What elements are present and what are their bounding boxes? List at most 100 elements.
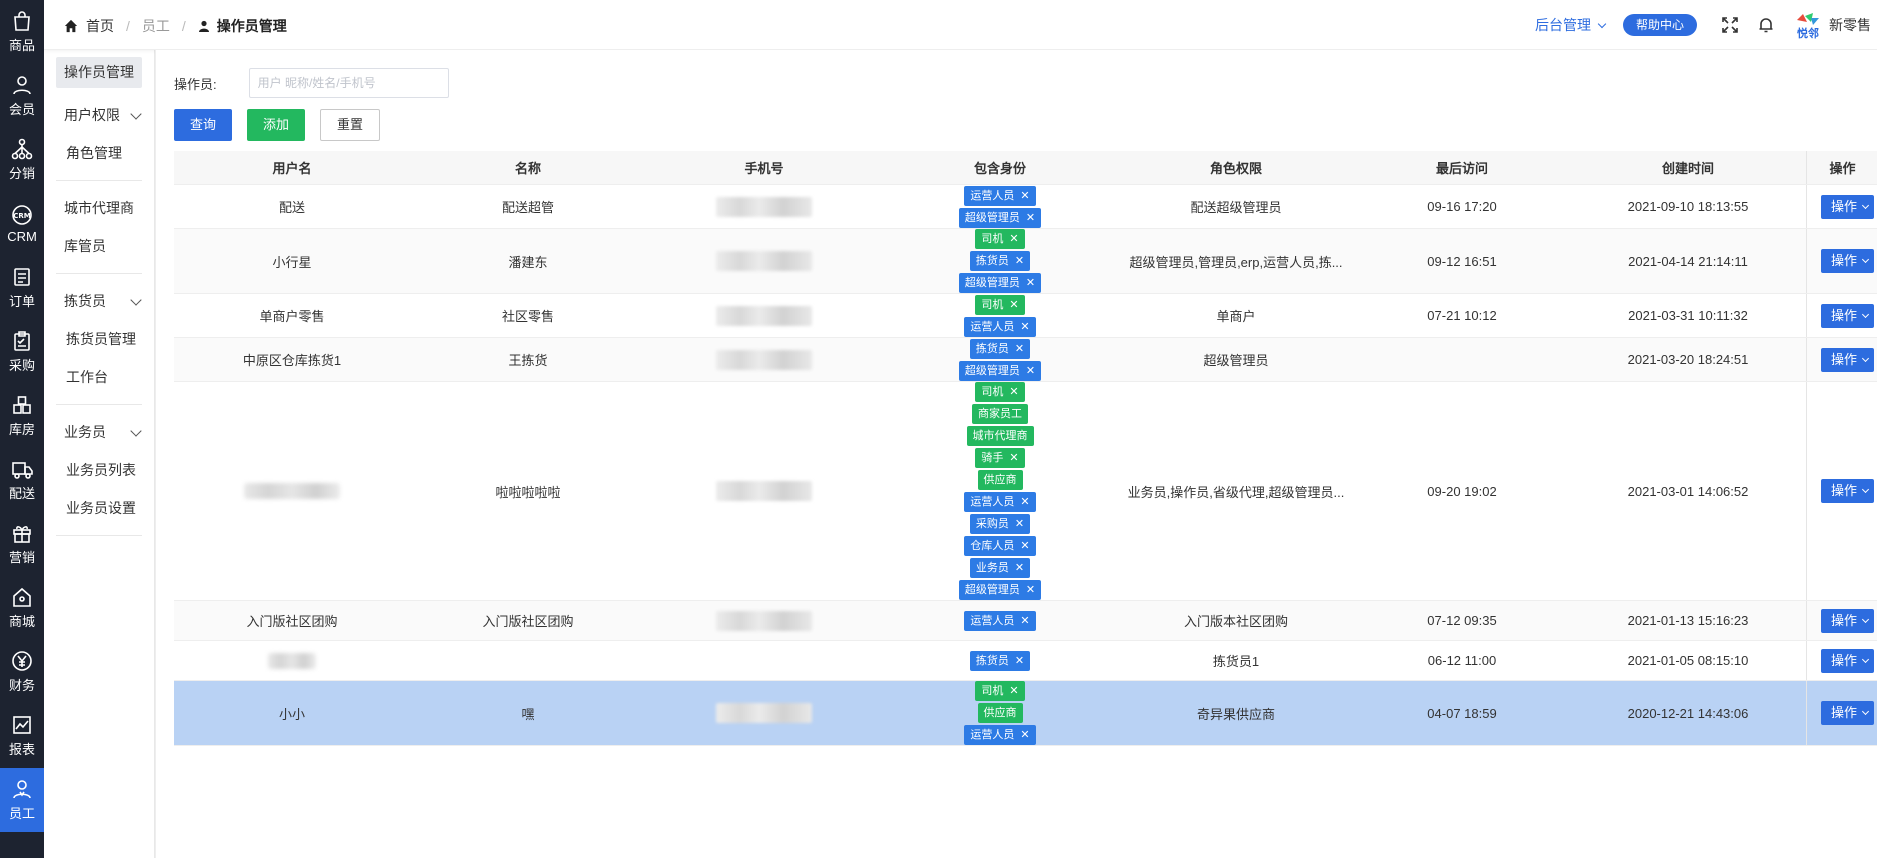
- bell-icon[interactable]: [1757, 16, 1775, 34]
- sidebar-group-salesman[interactable]: 业务员: [44, 413, 154, 451]
- close-icon[interactable]: ✕: [1009, 229, 1018, 249]
- sidebar-item-storekeeper[interactable]: 库管员: [44, 227, 154, 265]
- close-icon[interactable]: ✕: [1015, 558, 1024, 578]
- help-center-button[interactable]: 帮助中心: [1622, 14, 1697, 36]
- table-row[interactable]: 啦啦啦啦啦 司机 ✕ 商家员工 城市代理商 骑手 ✕ 供应商 运营人员 ✕ 采购员 ✕ 仓库人员 ✕ 业务员…: [174, 382, 1877, 601]
- close-icon[interactable]: ✕: [1020, 186, 1029, 206]
- rail-item[interactable]: 订单: [0, 256, 44, 320]
- tag-label: 超级管理员: [964, 211, 1020, 224]
- rail-item[interactable]: 采购: [0, 320, 44, 384]
- gift-icon: [11, 522, 33, 544]
- close-icon[interactable]: ✕: [1009, 681, 1018, 701]
- sidebar-item-city-agent[interactable]: 城市代理商: [44, 189, 154, 227]
- close-icon[interactable]: ✕: [1015, 651, 1024, 671]
- reset-button[interactable]: 重置: [320, 109, 381, 141]
- tag-label: 超级管理员: [964, 364, 1020, 377]
- operation-dropdown-button[interactable]: 操作: [1821, 608, 1875, 633]
- table-row[interactable]: 中原区仓库拣货1 王拣货 拣货员 ✕ 超级管理员 ✕ 超级管理员 2021-03-20 18:…: [174, 338, 1877, 382]
- close-icon[interactable]: ✕: [1009, 295, 1018, 315]
- home-icon: [64, 19, 78, 33]
- cell-actions: 操作: [1806, 681, 1877, 745]
- identity-tag: 供应商: [977, 470, 1023, 490]
- yen-icon: [11, 650, 33, 672]
- op-label: 操作: [1831, 612, 1858, 628]
- cell-name: 配送超管: [410, 185, 646, 228]
- close-icon[interactable]: ✕: [1015, 514, 1024, 534]
- close-icon[interactable]: ✕: [1026, 580, 1035, 600]
- role-text: 单商户: [1216, 309, 1256, 324]
- username: 单商户零售: [259, 309, 325, 324]
- sidebar-item-salesman-list[interactable]: 业务员列表: [44, 451, 154, 489]
- rail-item[interactable]: 配送: [0, 448, 44, 512]
- close-icon[interactable]: ✕: [1020, 611, 1029, 631]
- identity-tag: 拣货员 ✕: [969, 650, 1031, 671]
- username: 中原区仓库拣货1: [242, 353, 342, 368]
- operation-dropdown-button[interactable]: 操作: [1821, 303, 1875, 328]
- close-icon[interactable]: ✕: [1020, 492, 1029, 512]
- tag-label: 供应商: [983, 707, 1017, 719]
- operation-dropdown-button[interactable]: 操作: [1821, 479, 1875, 503]
- table-row[interactable]: 小小嘿司机 ✕ 供应商 运营人员 ✕ 奇异果供应商 04-07 18:59 2020-12-2…: [174, 681, 1877, 746]
- operation-dropdown-button[interactable]: 操作: [1821, 347, 1875, 372]
- cell-created: 2020-12-21 14:43:06: [1570, 681, 1806, 745]
- rail-item[interactable]: 库房: [0, 384, 44, 448]
- chevron-down-icon: [1861, 485, 1870, 494]
- operation-dropdown-button[interactable]: 操作: [1821, 249, 1875, 273]
- close-icon[interactable]: ✕: [1026, 208, 1035, 228]
- sidebar-item-operator-mgmt[interactable]: 操作员管理: [56, 57, 142, 88]
- sidebar-item-label: 用户权限: [64, 107, 120, 123]
- table-row[interactable]: 配送 配送超管 运营人员 ✕ 超级管理员 ✕ 配送超级管理员 09-16 17:20 2021-…: [174, 185, 1877, 229]
- divider: [56, 535, 142, 536]
- sidebar-group-user-rights[interactable]: 用户权限: [44, 96, 154, 134]
- rail-item[interactable]: 会员: [0, 64, 44, 128]
- action-buttons: 查询 添加 重置: [174, 109, 395, 141]
- rail-item[interactable]: CRM CRM: [0, 192, 44, 256]
- display-name: 入门版社区团购: [482, 614, 574, 629]
- operation-dropdown-button[interactable]: 操作: [1821, 701, 1875, 725]
- breadcrumb-home[interactable]: 首页: [86, 16, 114, 36]
- sidebar-item-workbench[interactable]: 工作台: [44, 358, 154, 396]
- table-row[interactable]: 拣货员 ✕ 拣货员1 06-12 11:00 2021-01-05 08:15:10 操作: [174, 641, 1877, 681]
- admin-menu-dropdown[interactable]: 后台管理: [1535, 15, 1607, 35]
- operation-dropdown-button[interactable]: 操作: [1821, 194, 1875, 219]
- rail-item[interactable]: 商城: [0, 576, 44, 640]
- close-icon[interactable]: ✕: [1009, 448, 1018, 468]
- close-icon[interactable]: ✕: [1020, 317, 1029, 337]
- sidebar-item-salesman-settings[interactable]: 业务员设置: [44, 489, 154, 527]
- rail-item-label: 员工: [8, 806, 35, 821]
- tag-label: 供应商: [983, 474, 1017, 486]
- close-icon[interactable]: ✕: [1026, 361, 1035, 381]
- close-icon[interactable]: ✕: [1009, 382, 1018, 402]
- operator-search-input[interactable]: [248, 68, 449, 98]
- rail-item[interactable]: 报表: [0, 704, 44, 768]
- table-row[interactable]: 小行星 潘建东 司机 ✕ 拣货员 ✕ 超级管理员 ✕ 超级管理员,管理员,erp,运营人员,拣.…: [174, 229, 1877, 294]
- table-row[interactable]: 入门版社区团购 入门版社区团购 运营人员 ✕ 入门版本社区团购 07-12 09:35 20…: [174, 601, 1877, 641]
- role-text: 入门版本社区团购: [1183, 614, 1288, 629]
- sidebar-item-picker-mgmt[interactable]: 拣货员管理: [44, 320, 154, 358]
- cell-username: [174, 641, 410, 680]
- close-icon[interactable]: ✕: [1020, 725, 1029, 745]
- rail-item[interactable]: 员工: [0, 768, 44, 832]
- divider: [56, 180, 142, 181]
- add-button[interactable]: 添加: [247, 109, 306, 141]
- rail-item[interactable]: 商品: [0, 0, 44, 64]
- last-visit: 07-12 09:35: [1427, 613, 1497, 628]
- sidebar-item-role-mgmt[interactable]: 角色管理: [44, 134, 154, 172]
- op-label: 操作: [1831, 652, 1858, 668]
- divider: [56, 404, 142, 405]
- table-row[interactable]: 单商户零售 社区零售 司机 ✕ 运营人员 ✕ 单商户 07-21 10:12 2021-03-3…: [174, 294, 1877, 338]
- display-name: 啦啦啦啦啦: [495, 484, 561, 500]
- operation-dropdown-button[interactable]: 操作: [1821, 648, 1875, 673]
- rail-item[interactable]: 营销: [0, 512, 44, 576]
- rail-item-label: 商品: [8, 38, 35, 53]
- query-button[interactable]: 查询: [174, 109, 233, 141]
- close-icon[interactable]: ✕: [1015, 339, 1024, 359]
- fullscreen-icon[interactable]: [1721, 16, 1739, 34]
- close-icon[interactable]: ✕: [1015, 251, 1024, 271]
- sidebar-group-picker[interactable]: 拣货员: [44, 282, 154, 320]
- rail-item[interactable]: 财务: [0, 640, 44, 704]
- close-icon[interactable]: ✕: [1026, 273, 1035, 293]
- close-icon[interactable]: ✕: [1020, 536, 1029, 556]
- rail-item[interactable]: 分销: [0, 128, 44, 192]
- breadcrumb-staff[interactable]: 员工: [142, 16, 170, 36]
